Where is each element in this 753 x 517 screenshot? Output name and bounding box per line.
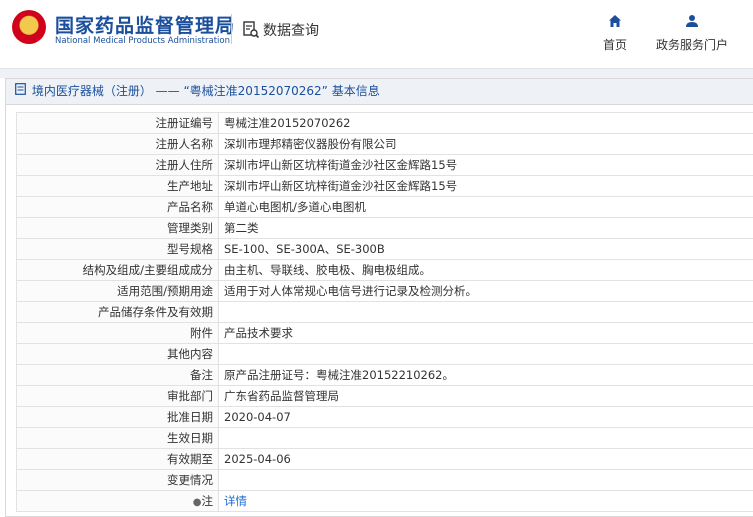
field-label: 管理类别 (16, 217, 219, 239)
field-label: 有效期至 (16, 448, 219, 470)
field-label: 生效日期 (16, 427, 219, 449)
detail-panel: 境内医疗器械（注册） —— “粤械注准20152070262” 基本信息 注册证… (5, 78, 753, 517)
field-label: 产品储存条件及有效期 (16, 301, 219, 323)
table-row: 变更情况 (16, 469, 753, 491)
field-value (218, 427, 753, 449)
field-value: 粤械注准20152070262 (218, 112, 753, 134)
field-label: 备注 (16, 364, 219, 386)
field-value: 深圳市理邦精密仪器股份有限公司 (218, 133, 753, 155)
field-label: 型号规格 (16, 238, 219, 260)
field-value: 单道心电图机/多道心电图机 (218, 196, 753, 218)
field-value: 2020-04-07 (218, 406, 753, 428)
table-row: 审批部门 广东省药品监督管理局 (16, 385, 753, 407)
emblem-logo (12, 10, 46, 44)
field-value: 由主机、导联线、胶电极、胸电极组成。 (218, 259, 753, 281)
document-search-icon (243, 21, 260, 39)
table-row: 适用范围/预期用途 适用于对人体常规心电信号进行记录及检测分析。 (16, 280, 753, 302)
field-value: SE-100、SE-300A、SE-300B (218, 238, 753, 260)
data-query-link[interactable]: 数据查询 (243, 20, 319, 40)
field-label: 产品名称 (16, 196, 219, 218)
table-row: 生效日期 (16, 427, 753, 449)
table-row: 生产地址 深圳市坪山新区坑梓街道金沙社区金辉路15号 (16, 175, 753, 197)
field-label: 注册人名称 (16, 133, 219, 155)
header-divider (231, 14, 232, 44)
field-label: 结构及组成/主要组成成分 (16, 259, 219, 281)
field-value: 产品技术要求 (218, 322, 753, 344)
document-icon (15, 83, 30, 98)
field-label: 其他内容 (16, 343, 219, 365)
field-label: 附件 (16, 322, 219, 344)
field-label: 变更情况 (16, 469, 219, 491)
note-value-cell: 详情 (218, 490, 753, 512)
field-label: 适用范围/预期用途 (16, 280, 219, 302)
table-row: 注册人住所 深圳市坪山新区坑梓街道金沙社区金辉路15号 (16, 154, 753, 176)
site-header: 国家药品监督管理局 National Medical Products Admi… (0, 0, 753, 68)
user-icon (656, 14, 728, 32)
field-label: 批准日期 (16, 406, 219, 428)
panel-title: 境内医疗器械（注册） —— “粤械注准20152070262” 基本信息 (31, 84, 380, 98)
field-label: 注册人住所 (16, 154, 219, 176)
pin-icon: ● (192, 497, 202, 508)
brand-title: 国家药品监督管理局 (55, 15, 236, 37)
nav-service-portal-label: 政务服务门户 (656, 38, 729, 52)
nav-home-label: 首页 (603, 38, 628, 52)
field-value: 适用于对人体常规心电信号进行记录及检测分析。 (218, 280, 753, 302)
field-value: 深圳市坪山新区坑梓街道金沙社区金辉路15号 (218, 154, 753, 176)
details-link[interactable]: 详情 (224, 494, 247, 508)
field-value: 深圳市坪山新区坑梓街道金沙社区金辉路15号 (218, 175, 753, 197)
table-row: 批准日期 2020-04-07 (16, 406, 753, 428)
home-icon (603, 14, 627, 32)
brand-subtitle: National Medical Products Administration (55, 36, 230, 46)
table-row: 附件 产品技术要求 (16, 322, 753, 344)
panel-title-bar: 境内医疗器械（注册） —— “粤械注准20152070262” 基本信息 (6, 79, 753, 105)
data-query-label: 数据查询 (263, 23, 319, 39)
table-row: 其他内容 (16, 343, 753, 365)
table-row: 结构及组成/主要组成成分 由主机、导联线、胶电极、胸电极组成。 (16, 259, 753, 281)
field-value: 第二类 (218, 217, 753, 239)
detail-table: 注册证编号 粤械注准20152070262 注册人名称 深圳市理邦精密仪器股份有限公司… (16, 112, 753, 512)
table-row: 备注 原产品注册证号：粤械注准20152210262。 (16, 364, 753, 386)
table-row: 注册人名称 深圳市理邦精密仪器股份有限公司 (16, 133, 753, 155)
nav-home[interactable]: 首页 (603, 14, 627, 53)
table-row: 有效期至 2025-04-06 (16, 448, 753, 470)
field-value (218, 469, 753, 491)
header-strip (0, 68, 753, 78)
field-value: 广东省药品监督管理局 (218, 385, 753, 407)
table-row: 型号规格 SE-100、SE-300A、SE-300B (16, 238, 753, 260)
field-value (218, 301, 753, 323)
table-row: 注册证编号 粤械注准20152070262 (16, 112, 753, 134)
table-row: 管理类别 第二类 (16, 217, 753, 239)
field-value: 原产品注册证号：粤械注准20152210262。 (218, 364, 753, 386)
field-label: 注册证编号 (16, 112, 219, 134)
field-value: 2025-04-06 (218, 448, 753, 470)
nav-service-portal[interactable]: 政务服务门户 (656, 14, 728, 53)
note-label-cell: ●注 (16, 490, 219, 512)
field-value (218, 343, 753, 365)
field-label: 生产地址 (16, 175, 219, 197)
table-row: ●注 详情 (16, 490, 753, 512)
field-label: 审批部门 (16, 385, 219, 407)
table-row: 产品储存条件及有效期 (16, 301, 753, 323)
table-row: 产品名称 单道心电图机/多道心电图机 (16, 196, 753, 218)
note-label: 注 (201, 494, 214, 508)
